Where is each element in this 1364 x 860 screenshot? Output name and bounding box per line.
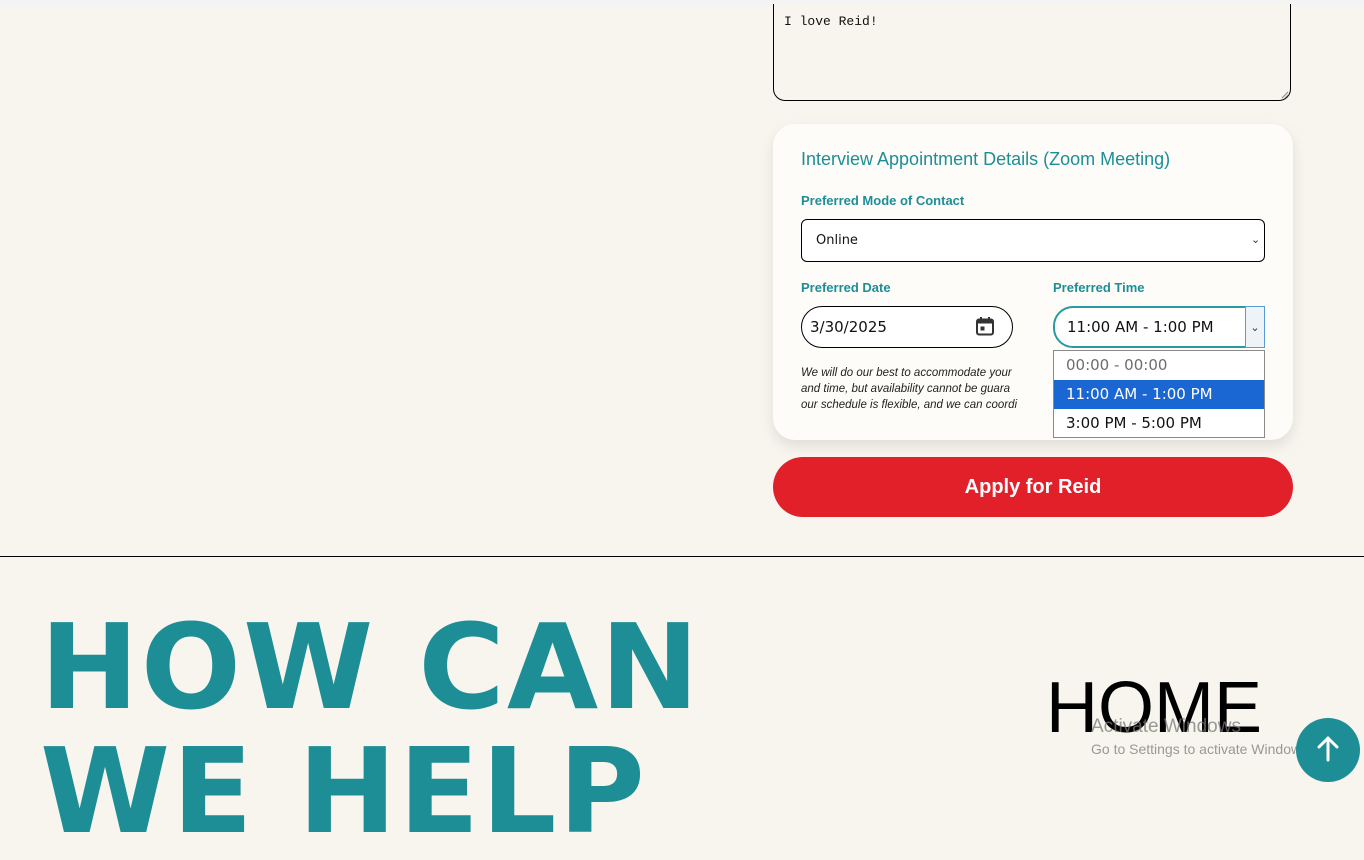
mode-label: Preferred Mode of Contact xyxy=(801,193,965,208)
resize-grip-icon[interactable] xyxy=(1281,91,1289,99)
mode-chevron-down-icon[interactable]: ⌄ xyxy=(1251,233,1260,246)
mode-select-value: Online xyxy=(816,233,858,248)
mode-select[interactable]: Online xyxy=(801,219,1265,262)
availability-note: We will do our best to accommodate your … xyxy=(801,365,1061,413)
help-heading-line: WE HELP xyxy=(40,722,647,860)
apply-button[interactable]: Apply for Reid xyxy=(773,457,1293,517)
arrow-up-icon xyxy=(1317,736,1339,762)
activate-title: Activate Windows xyxy=(1091,716,1241,737)
help-heading-line: HOW CAN xyxy=(40,598,701,736)
activate-windows-watermark: Activate Windows Go to Settings to activ… xyxy=(1091,716,1312,758)
appointment-title: Interview Appointment Details (Zoom Meet… xyxy=(801,149,1171,169)
help-heading: HOW CAN WE HELP xyxy=(40,605,701,853)
time-label: Preferred Time xyxy=(1053,280,1145,295)
section-divider xyxy=(0,556,1364,557)
time-option-selected[interactable]: 11:00 AM - 1:00 PM xyxy=(1054,380,1264,409)
time-chevron-down-icon[interactable]: ⌄ xyxy=(1245,306,1265,348)
calendar-icon[interactable] xyxy=(975,316,995,336)
message-textarea[interactable]: I love Reid! xyxy=(773,4,1291,101)
time-select[interactable]: 11:00 AM - 1:00 PM ⌄ xyxy=(1053,306,1265,348)
note-line: and time, but availability cannot be gua… xyxy=(801,383,1011,395)
time-dropdown-list: 00:00 - 00:00 11:00 AM - 1:00 PM 3:00 PM… xyxy=(1053,350,1265,438)
date-label: Preferred Date xyxy=(801,280,891,295)
time-select-value: 11:00 AM - 1:00 PM xyxy=(1067,318,1214,336)
scroll-to-top-button[interactable] xyxy=(1296,718,1360,782)
activate-subtitle: Go to Settings to activate Windows. xyxy=(1091,741,1312,757)
time-option[interactable]: 3:00 PM - 5:00 PM xyxy=(1054,409,1264,438)
note-line: our schedule is flexible, and we can coo… xyxy=(801,399,1018,411)
date-input-value: 3/30/2025 xyxy=(810,318,887,336)
time-option[interactable]: 00:00 - 00:00 xyxy=(1054,351,1264,380)
note-line: We will do our best to accommodate your xyxy=(801,367,1012,379)
